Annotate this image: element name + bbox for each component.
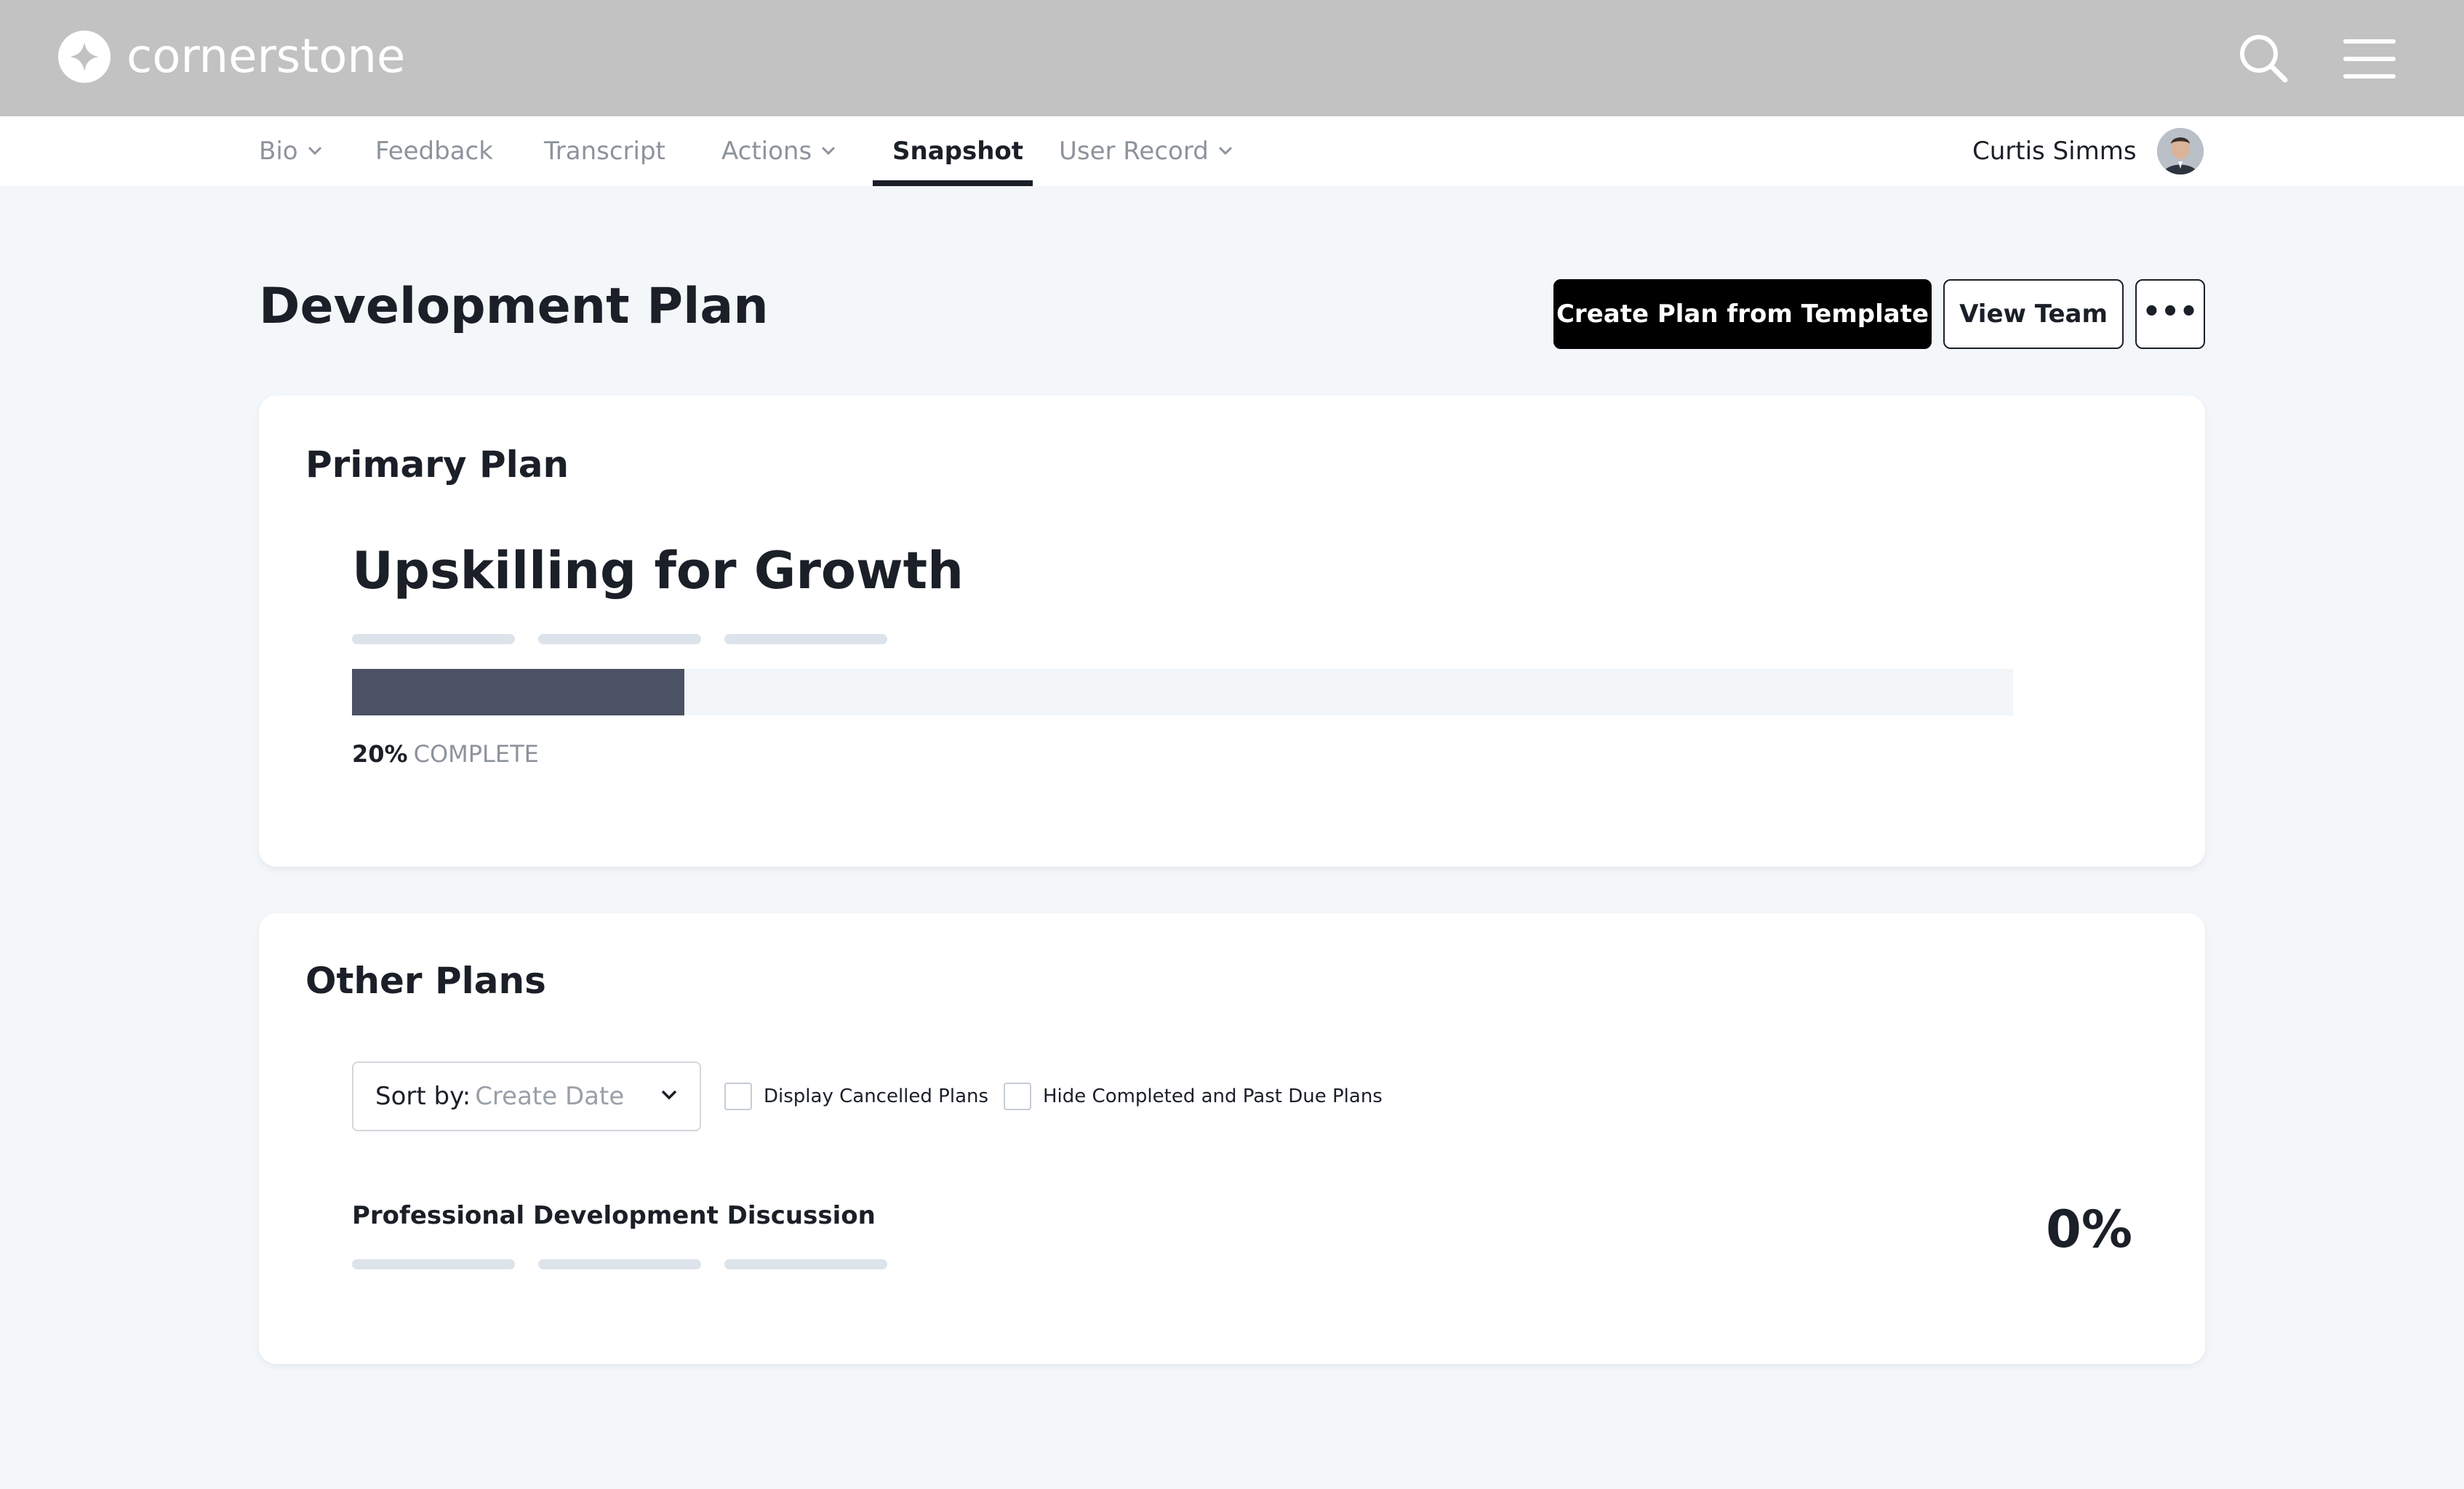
page-title: Development Plan — [259, 278, 769, 335]
display-cancelled-checkbox[interactable] — [724, 1083, 752, 1110]
tab-label: Bio — [259, 137, 298, 166]
sort-label: Sort by: Create Date — [375, 1063, 624, 1130]
tab-feedback[interactable]: Feedback — [375, 116, 493, 186]
tab-label: Feedback — [375, 137, 493, 166]
plan-percent: 0% — [2046, 1200, 2132, 1259]
primary-plan-card: Primary Plan Upskilling for Growth 20% CO… — [259, 396, 2205, 867]
tab-label: User Record — [1059, 137, 1209, 166]
tab-label: Transcript — [544, 137, 665, 166]
user-name[interactable]: Curtis Simms — [1972, 116, 2137, 186]
tab-label: Snapshot — [892, 137, 1024, 166]
progress-bar-fill — [352, 669, 684, 715]
chevron-down-icon — [1218, 146, 1232, 155]
placeholder-bar — [724, 1259, 887, 1269]
view-team-button[interactable]: View Team — [1943, 279, 2124, 349]
create-plan-from-template-button[interactable]: Create Plan from Template — [1553, 279, 1932, 349]
progress-status: COMPLETE — [413, 740, 539, 768]
progress-bar — [352, 669, 2013, 715]
profile-nav: Bio Feedback Transcript Actions Snapshot… — [0, 116, 2464, 186]
other-plans-heading: Other Plans — [305, 960, 546, 1002]
user-avatar-icon — [2157, 128, 2204, 174]
active-tab-indicator — [873, 180, 1033, 186]
chevron-down-icon — [822, 146, 836, 155]
more-options-button[interactable]: ••• — [2135, 279, 2205, 349]
display-cancelled-label[interactable]: Display Cancelled Plans — [764, 1083, 988, 1110]
placeholder-bar — [538, 634, 701, 644]
chevron-down-icon — [308, 146, 321, 155]
hide-completed-checkbox[interactable] — [1004, 1083, 1031, 1110]
cornerstone-logo-icon — [58, 31, 111, 83]
placeholder-bar — [724, 634, 887, 644]
plan-name[interactable]: Professional Development Discussion — [352, 1201, 876, 1230]
avatar[interactable] — [2157, 128, 2204, 174]
sort-by-select[interactable]: Sort by: Create Date — [352, 1061, 701, 1131]
tab-snapshot[interactable]: Snapshot — [892, 116, 1023, 186]
progress-percent: 20% — [352, 740, 408, 768]
chevron-down-icon — [661, 1090, 677, 1100]
top-header: cornerstone — [0, 0, 2464, 116]
placeholder-bar — [352, 634, 515, 644]
brand-name: cornerstone — [127, 30, 406, 84]
primary-plan-heading: Primary Plan — [305, 444, 569, 486]
tab-label: Actions — [721, 137, 812, 166]
tab-bio[interactable]: Bio — [259, 116, 323, 186]
progress-label: 20% COMPLETE — [352, 740, 539, 768]
sort-value: Create Date — [475, 1082, 625, 1111]
placeholder-bar — [538, 1259, 701, 1269]
tab-user-record[interactable]: User Record — [1059, 116, 1233, 186]
brand-logo[interactable]: cornerstone — [58, 31, 405, 83]
hamburger-menu-icon[interactable] — [2343, 39, 2396, 79]
other-plans-card: Other Plans Sort by: Create Date Display … — [259, 913, 2205, 1364]
hide-completed-label[interactable]: Hide Completed and Past Due Plans — [1043, 1083, 1383, 1110]
placeholder-bar — [352, 1259, 515, 1269]
search-icon[interactable] — [2237, 32, 2289, 84]
tab-actions[interactable]: Actions — [721, 116, 836, 186]
sort-label-text: Sort by: — [375, 1082, 471, 1111]
primary-plan-name[interactable]: Upskilling for Growth — [352, 541, 964, 601]
tab-transcript[interactable]: Transcript — [544, 116, 665, 186]
